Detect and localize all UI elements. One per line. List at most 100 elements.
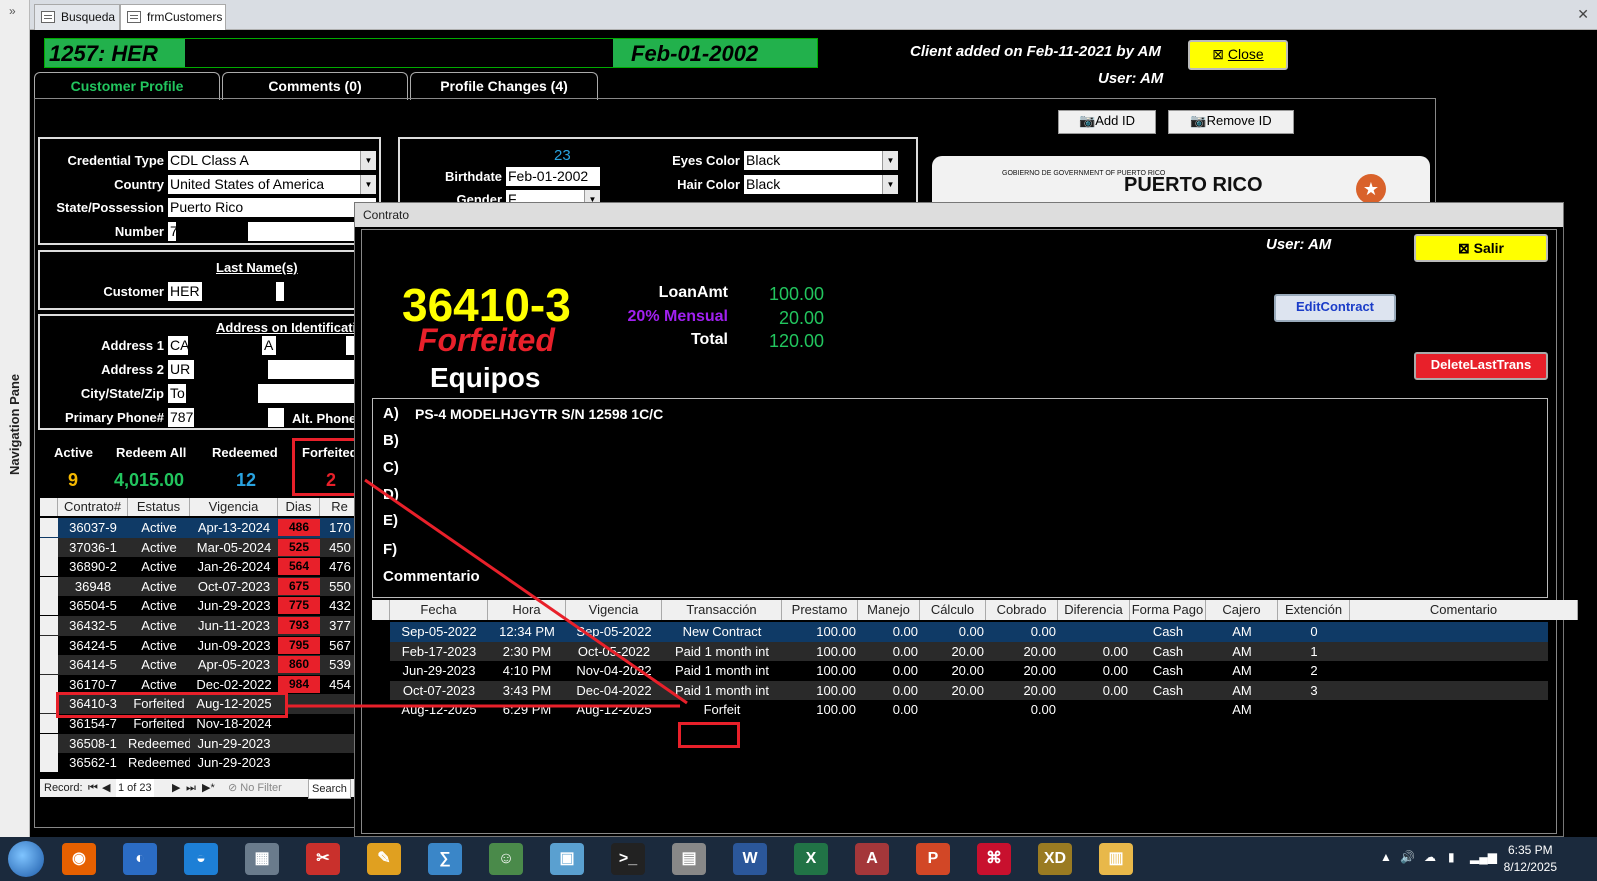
dropdown-arrow-icon[interactable]: ▼: [882, 151, 898, 170]
tray-up-arrow-icon[interactable]: ▲: [1380, 850, 1392, 864]
explorer-icon[interactable]: ▥: [1099, 843, 1133, 875]
customer-name-field[interactable]: HER: [168, 282, 202, 301]
system-clock[interactable]: 6:35 PM 8/12/2025: [1504, 842, 1557, 876]
next-record-icon[interactable]: ▶: [172, 779, 180, 797]
col-header[interactable]: Diferencia: [1058, 600, 1130, 620]
transaction-row[interactable]: Oct-07-2023 3:43 PM Dec-04-2022 Paid 1 mont…: [390, 680, 1548, 701]
tools-icon[interactable]: ✂: [306, 843, 340, 875]
col-header[interactable]: Vigencia: [566, 600, 662, 620]
col-header[interactable]: Comentario: [1350, 600, 1578, 620]
onedrive-icon[interactable]: ☁: [1424, 850, 1436, 864]
firefox-icon[interactable]: ◉: [62, 843, 96, 875]
col-header[interactable]: Cajero: [1206, 600, 1278, 620]
network-signal-icon[interactable]: ▂▄▆: [1470, 850, 1497, 864]
customer-name-extra[interactable]: [276, 282, 284, 301]
row-selector[interactable]: [40, 576, 58, 596]
row-selector[interactable]: [40, 733, 58, 753]
row-selector[interactable]: [40, 596, 58, 616]
city-field[interactable]: To: [168, 384, 186, 403]
search-box[interactable]: Search: [308, 779, 351, 799]
scanner-icon[interactable]: ▤: [672, 843, 706, 875]
math-icon[interactable]: ∑: [428, 843, 462, 875]
transaction-row[interactable]: Feb-17-2023 2:30 PM Oct-05-2022 Paid 1 mont…: [390, 641, 1548, 662]
item-a-text[interactable]: PS-4 MODELHJGYTR S/N 12598 1C/C: [415, 406, 663, 422]
last-record-icon[interactable]: ⏭: [186, 779, 196, 797]
salir-button[interactable]: ⊠ Salir: [1414, 234, 1548, 262]
address1-field-b[interactable]: A: [262, 336, 276, 355]
col-header[interactable]: Cálculo: [920, 600, 986, 620]
transaction-row[interactable]: Aug-12-2025 6:29 PM Aug-12-2025 Forfeit 100.…: [390, 700, 1548, 720]
table-row[interactable]: 36037-9 Active Apr-13-2024 486 170: [40, 518, 370, 538]
xd-icon[interactable]: XD: [1038, 843, 1072, 875]
col-header-dias[interactable]: Dias: [278, 498, 320, 516]
table-row[interactable]: 36562-1 Redeemed Jun-29-2023: [40, 753, 370, 773]
col-header[interactable]: Transacción: [662, 600, 782, 620]
terminal-icon[interactable]: >_: [611, 843, 645, 875]
powerpoint-icon[interactable]: P: [916, 843, 950, 875]
row-selector[interactable]: [40, 753, 58, 773]
table-row[interactable]: 36504-5 Active Jun-29-2023 775 432: [40, 596, 370, 616]
col-header-vigencia[interactable]: Vigencia: [190, 498, 278, 516]
add-id-button[interactable]: 📷Add ID: [1058, 110, 1156, 134]
credential-type-select[interactable]: CDL Class A ▼: [168, 151, 376, 170]
row-selector[interactable]: [40, 518, 58, 537]
number-field[interactable]: 7: [168, 222, 176, 241]
address2-field[interactable]: UR: [168, 360, 194, 379]
row-selector[interactable]: [40, 655, 58, 675]
user-icon[interactable]: ☺: [489, 843, 523, 875]
col-header[interactable]: Cobrado: [986, 600, 1058, 620]
dropdown-arrow-icon[interactable]: ▼: [360, 151, 376, 170]
remove-id-button[interactable]: 📷Remove ID: [1168, 110, 1294, 134]
tab-customer-profile[interactable]: Customer Profile: [34, 72, 220, 100]
col-header-estatus[interactable]: Estatus: [128, 498, 190, 516]
contracts-grid[interactable]: Contrato# Estatus Vigencia Dias Re 36037…: [40, 498, 370, 778]
contrato-window-title[interactable]: Contrato: [355, 203, 1563, 227]
delete-last-trans-button[interactable]: DeleteLastTrans: [1414, 352, 1548, 380]
address2-field-b[interactable]: [268, 360, 358, 379]
record-position[interactable]: 1 of 23: [116, 779, 154, 797]
word-icon[interactable]: W: [733, 843, 767, 875]
thunderbird-icon[interactable]: ◐: [123, 843, 157, 875]
hair-color-select[interactable]: Black ▼: [744, 175, 898, 194]
table-row[interactable]: 36414-5 Active Apr-05-2023 860 539: [40, 655, 370, 675]
row-selector[interactable]: [40, 537, 58, 557]
excel-icon[interactable]: X: [794, 843, 828, 875]
col-header[interactable]: Hora: [488, 600, 566, 620]
table-row[interactable]: 36432-5 Active Jun-11-2023 793 377: [40, 616, 370, 636]
doc-tab-busqueda[interactable]: Busqueda: [34, 4, 120, 30]
acrobat-icon[interactable]: ⌘: [977, 843, 1011, 875]
phone-field[interactable]: 787: [168, 408, 194, 427]
access-icon[interactable]: A: [855, 843, 889, 875]
row-selector[interactable]: [40, 616, 58, 635]
browser-icon[interactable]: ◒: [184, 843, 218, 875]
prev-record-icon[interactable]: ◀: [102, 779, 110, 797]
network-icon[interactable]: ▦: [245, 843, 279, 875]
close-document-icon[interactable]: ✕: [1577, 6, 1589, 23]
address1-field[interactable]: CA: [168, 336, 188, 355]
tab-comments[interactable]: Comments (0): [222, 72, 408, 100]
transaction-row[interactable]: Sep-05-2022 12:34 PM Sep-05-2022 New Contra…: [390, 622, 1548, 642]
table-row[interactable]: 37036-1 Active Mar-05-2024 525 450: [40, 537, 370, 558]
tab-profile-changes[interactable]: Profile Changes (4): [410, 72, 598, 100]
col-header[interactable]: Manejo: [858, 600, 920, 620]
col-header[interactable]: Forma Pago: [1130, 600, 1206, 620]
eyes-color-select[interactable]: Black ▼: [744, 151, 898, 170]
col-header-contrato[interactable]: Contrato#: [58, 498, 128, 516]
row-selector[interactable]: [40, 674, 58, 694]
battery-icon[interactable]: ▮: [1448, 850, 1455, 864]
zip-field[interactable]: [258, 384, 354, 403]
transactions-grid[interactable]: Fecha Hora Vigencia Transacción Prestamo Mane…: [372, 600, 1578, 830]
birthdate-field[interactable]: Feb-01-2002: [506, 167, 600, 186]
table-row[interactable]: 36948 Active Oct-07-2023 675 550: [40, 576, 370, 597]
table-row[interactable]: 36508-1 Redeemed Jun-29-2023: [40, 733, 370, 754]
row-selector[interactable]: [40, 557, 58, 577]
edit-contract-button[interactable]: EditContract: [1274, 294, 1396, 322]
volume-icon[interactable]: 🔊: [1400, 850, 1415, 864]
navigation-pane[interactable]: » Navigation Pane: [0, 0, 30, 837]
first-record-icon[interactable]: ⏮: [88, 779, 98, 797]
row-selector[interactable]: [40, 635, 58, 655]
doc-tab-frmcustomers[interactable]: frmCustomers: [120, 4, 226, 30]
close-button[interactable]: ⊠ Close: [1188, 40, 1288, 70]
country-select[interactable]: United States of America ▼: [168, 175, 376, 194]
no-filter-button[interactable]: ⊘ No Filter: [228, 779, 282, 797]
